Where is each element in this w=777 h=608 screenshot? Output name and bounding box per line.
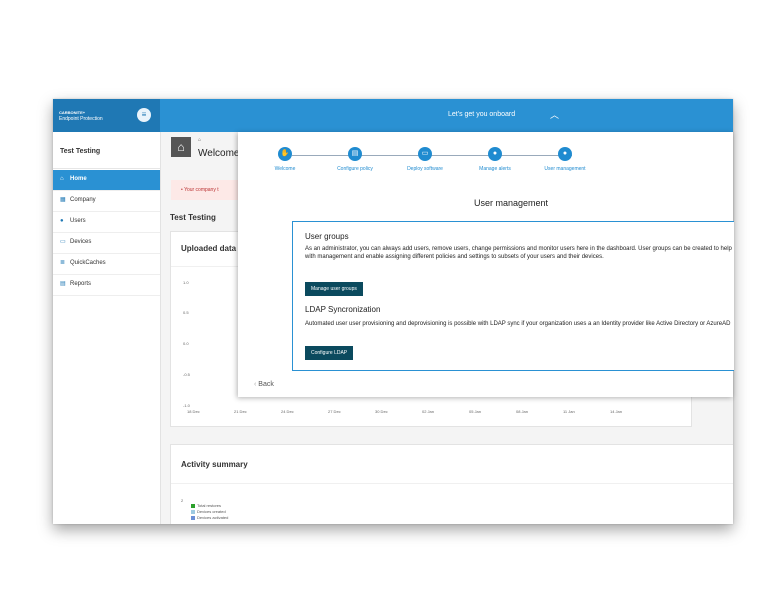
y-tick: 0.0 <box>183 341 189 346</box>
users-icon: ● <box>60 218 64 224</box>
x-tick: 14 Jan <box>610 409 623 414</box>
onboard-banner-text[interactable]: Let's get you onboard <box>448 111 515 118</box>
step-label[interactable]: Configure policy <box>337 166 373 172</box>
legend-item: Devices activated <box>191 515 228 520</box>
user-management-box: User groups As an administrator, you can… <box>292 221 734 371</box>
home-icon: ⌂ <box>171 137 191 157</box>
sidebar: Test Testing ⌂ Home ▦ Company ● Users ▭ … <box>53 132 161 524</box>
manage-user-groups-button[interactable]: Manage user groups <box>305 282 363 296</box>
card-title: Activity summary <box>181 460 248 469</box>
y-tick: 0.5 <box>183 310 189 315</box>
legend-label: Total restores <box>197 503 222 508</box>
users-icon: ● <box>562 150 568 157</box>
breadcrumb[interactable]: ⌂ <box>198 137 201 143</box>
legend-item: Total restores <box>191 503 221 508</box>
sidebar-item-users[interactable]: ● Users <box>53 212 160 233</box>
stepper-line <box>292 155 572 156</box>
chevron-up-icon[interactable]: ︿ <box>550 108 559 121</box>
step-label[interactable]: User management <box>544 166 585 172</box>
sidebar-item-label: Users <box>70 218 86 224</box>
sidebar-item-devices[interactable]: ▭ Devices <box>53 233 160 254</box>
divider <box>171 483 733 484</box>
step-label[interactable]: Deploy software <box>407 166 443 172</box>
chevron-left-icon: ‹ <box>254 381 257 388</box>
brand-name: CARBONITE+ <box>59 110 86 115</box>
back-label: Back <box>258 381 274 388</box>
brand-logo[interactable]: CARBONITE+ Endpoint Protection ≡ <box>53 99 160 132</box>
step-deploy-software[interactable]: ▭ <box>418 147 432 161</box>
x-tick: 02 Jan <box>422 409 435 414</box>
legend-label: Devices activated <box>197 515 229 520</box>
sidebar-item-home[interactable]: ⌂ Home <box>53 170 160 191</box>
onboarding-title: User management <box>474 198 549 208</box>
monitor-icon: ▭ <box>421 150 429 157</box>
step-user-management[interactable]: ● <box>558 147 572 161</box>
sidebar-item-label: Reports <box>70 281 92 287</box>
sidebar-item-label: QuickCaches <box>70 260 106 266</box>
alert-text: • Your company t <box>181 187 219 193</box>
user-groups-text: As an administrator, you can always add … <box>305 246 732 260</box>
page-title: Welcome <box>198 148 240 159</box>
x-tick: 27 Dec <box>328 409 341 414</box>
sidebar-item-reports[interactable]: ▤ Reports <box>53 275 160 296</box>
section-title: Test Testing <box>170 213 216 222</box>
legend-item: Devices created <box>191 509 226 514</box>
x-tick: 05 Jan <box>469 409 482 414</box>
onboarding-panel: ✋ ▤ ▭ ● ● Welcome Configure policy Deplo… <box>238 132 734 397</box>
y-tick: 2 <box>181 498 184 503</box>
sidebar-item-quickcaches[interactable]: ≣ QuickCaches <box>53 254 160 275</box>
card-title: Uploaded data <box>181 244 237 253</box>
building-icon: ▦ <box>60 197 66 203</box>
report-icon: ▤ <box>60 281 66 287</box>
x-tick: 08 Jan <box>516 409 529 414</box>
bell-icon: ● <box>492 150 498 157</box>
hamburger-icon[interactable]: ≡ <box>137 108 151 122</box>
y-tick: -0.5 <box>183 372 190 377</box>
user-groups-heading: User groups <box>305 232 349 241</box>
legend-label: Devices created <box>197 509 226 514</box>
ldap-heading: LDAP Syncronization <box>305 305 381 314</box>
home-icon: ⌂ <box>60 176 64 182</box>
back-button[interactable]: ‹ Back <box>254 381 274 388</box>
x-tick: 21 Dec <box>234 409 247 414</box>
divider <box>53 168 160 169</box>
laptop-icon: ▭ <box>60 239 66 245</box>
sidebar-item-label: Company <box>70 197 96 203</box>
x-tick: 11 Jan <box>563 409 575 414</box>
step-configure-policy[interactable]: ▤ <box>348 147 362 161</box>
x-tick: 24 Dec <box>281 409 294 414</box>
org-name: Test Testing <box>60 148 101 155</box>
sidebar-item-label: Home <box>70 176 87 182</box>
sidebar-item-company[interactable]: ▦ Company <box>53 191 160 212</box>
x-tick: 30 Dec <box>375 409 388 414</box>
y-tick: -1.0 <box>183 403 190 408</box>
step-label[interactable]: Manage alerts <box>479 166 511 172</box>
configure-ldap-button[interactable]: Configure LDAP <box>305 346 354 360</box>
brand-product: Endpoint Protection <box>59 116 103 122</box>
legend-swatch <box>191 515 195 520</box>
top-bar: CARBONITE+ Endpoint Protection ≡ Let's g… <box>53 99 733 132</box>
step-label[interactable]: Welcome <box>275 166 296 172</box>
step-welcome[interactable]: ✋ <box>278 147 292 161</box>
legend-swatch <box>191 509 195 514</box>
hand-icon: ✋ <box>280 150 290 157</box>
database-icon: ≣ <box>60 260 66 266</box>
ldap-text: Automated user user provisioning and dep… <box>305 321 731 327</box>
legend-swatch <box>191 503 195 508</box>
sidebar-item-label: Devices <box>70 239 92 245</box>
x-tick: 18 Dec <box>187 409 200 414</box>
step-manage-alerts[interactable]: ● <box>488 147 502 161</box>
activity-summary-card: Activity summary 2 Total restores Device… <box>170 444 733 524</box>
y-tick: 1.0 <box>183 280 189 285</box>
document-icon: ▤ <box>351 150 359 157</box>
alert-message: Your company t <box>184 187 219 193</box>
